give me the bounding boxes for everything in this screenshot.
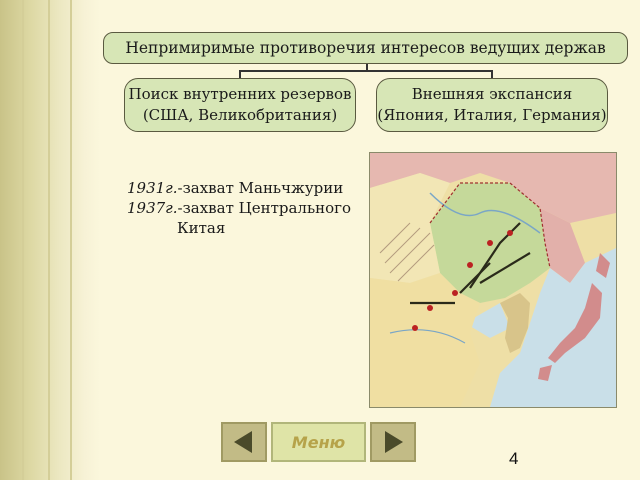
event-1937-year: 1937г. <box>127 199 178 217</box>
internal-reserves-countries: (США, Великобритания) <box>142 106 338 124</box>
internal-reserves-title: Поиск внутренних резервов <box>128 85 352 103</box>
main-concept-text: Непримиримые противоречия интересов веду… <box>125 39 606 57</box>
map-drawing <box>370 153 616 407</box>
event-1937-continuation: Китая <box>177 219 226 237</box>
event-1931-year: 1931г. <box>127 179 178 197</box>
event-1931: 1931г.-захват Маньчжурии <box>127 178 351 198</box>
external-expansion-countries: (Япония, Италия, Германия) <box>377 106 607 124</box>
decorative-left-border <box>0 0 100 480</box>
connector-right-drop <box>491 70 493 78</box>
event-1937: 1937г.-захват Центрального <box>127 198 351 218</box>
previous-slide-button[interactable] <box>221 422 267 462</box>
menu-button[interactable]: Меню <box>271 422 366 462</box>
triangle-right-icon <box>385 431 403 453</box>
triangle-left-icon <box>234 431 252 453</box>
main-concept-box: Непримиримые противоречия интересов веду… <box>103 32 628 64</box>
external-expansion-box: Внешняя экспансия (Япония, Италия, Герма… <box>376 78 608 132</box>
event-1931-text: -захват Маньчжурии <box>177 179 344 197</box>
connector-left-drop <box>239 70 241 78</box>
event-1937-text: -захват Центрального <box>177 199 352 217</box>
internal-reserves-box: Поиск внутренних резервов (США, Великобр… <box>124 78 356 132</box>
page-number: 4 <box>509 449 519 468</box>
historical-map <box>369 152 617 408</box>
events-list: 1931г.-захват Маньчжурии 1937г.-захват Ц… <box>127 178 351 238</box>
next-slide-button[interactable] <box>370 422 416 462</box>
connector-horizontal <box>239 70 492 72</box>
external-expansion-title: Внешняя экспансия <box>411 85 573 103</box>
